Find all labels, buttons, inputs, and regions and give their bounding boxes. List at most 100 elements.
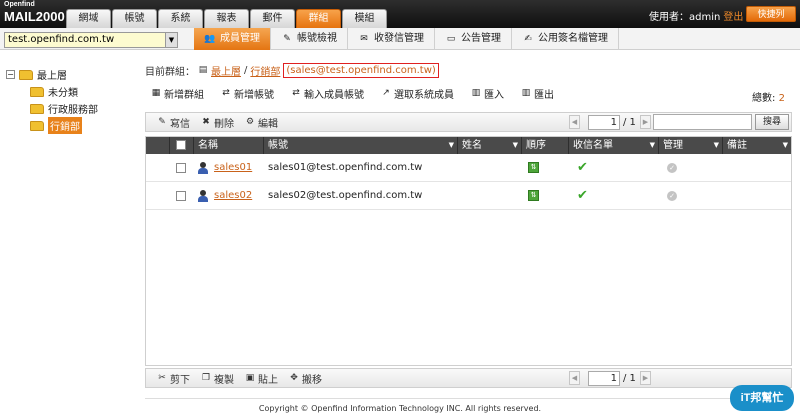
- gray-check-icon[interactable]: ✓: [667, 190, 677, 201]
- gear-icon: ⚙: [245, 116, 255, 127]
- cut-icon: ✂: [158, 372, 166, 383]
- select-member-button[interactable]: ↗ 選取系統成員: [380, 86, 454, 101]
- prev-page-button[interactable]: ◀: [569, 371, 580, 385]
- select-all-checkbox[interactable]: [170, 137, 194, 154]
- folder-icon: [30, 103, 44, 114]
- col-account[interactable]: 帳號 ▼: [264, 137, 458, 154]
- sort-order-icon[interactable]: ⇅: [528, 162, 539, 173]
- tab-account[interactable]: 帳號: [112, 9, 157, 28]
- action-label: 輸入成員帳號: [304, 90, 364, 101]
- tree-node-marketing[interactable]: 行銷部: [30, 117, 98, 134]
- tab-system[interactable]: 系統: [158, 9, 203, 28]
- row-checkbox[interactable]: [176, 190, 186, 201]
- table-header: 名稱 帳號 ▼ 姓名 ▼ 順序 收信名單 ▼ 管理 ▼ 備註 ▼: [146, 137, 791, 154]
- delete-label: 刪除: [214, 118, 234, 130]
- input-member-icon: ⇄: [292, 88, 300, 98]
- copyright-text: Copyright © Openfind Information Technol…: [258, 404, 542, 413]
- copy-button[interactable]: ❐ 複製: [200, 371, 234, 386]
- add-group-button[interactable]: ▦ 新增群組: [150, 86, 204, 101]
- subtab-announce[interactable]: ▭ 公告管理: [435, 28, 512, 50]
- tab-mail[interactable]: 郵件: [250, 9, 295, 28]
- copy-icon: ❐: [201, 372, 211, 383]
- quick-menu-button[interactable]: 快捷列: [746, 6, 796, 22]
- write-button[interactable]: ✎ 寫信: [156, 115, 190, 130]
- tree-node-root[interactable]: − 最上層: [6, 66, 98, 83]
- subtab-label: 公告管理: [461, 33, 501, 44]
- prev-page-button[interactable]: ◀: [569, 115, 580, 129]
- domain-select[interactable]: test.openfind.com.tw ▼: [4, 32, 178, 48]
- tab-group[interactable]: 群組: [296, 9, 341, 28]
- next-page-button[interactable]: ▶: [639, 371, 651, 385]
- collapse-icon[interactable]: −: [6, 70, 15, 79]
- page-input[interactable]: 1: [588, 370, 620, 386]
- row-checkbox-cell: [170, 182, 194, 210]
- table-row[interactable]: sales02 sales02@test.openfind.com.tw ⇅ ✔…: [146, 182, 791, 210]
- gray-check-icon[interactable]: ✓: [667, 162, 677, 173]
- import-icon: ▥: [471, 88, 481, 98]
- chevron-down-icon[interactable]: ▼: [165, 33, 177, 47]
- row-spacer: [146, 182, 170, 210]
- tree-label: 最上層: [37, 71, 67, 82]
- next-page-button[interactable]: ▶: [639, 115, 651, 129]
- add-account-button[interactable]: ⇄ 新增帳號: [220, 86, 274, 101]
- col-name[interactable]: 名稱: [194, 137, 264, 154]
- folder-icon: [19, 69, 33, 80]
- bottom-toolbar: ✂ 剪下 ❐ 複製 ▣ 貼上 ✥ 搬移 ◀ 1 / 1 ▶: [145, 368, 792, 388]
- breadcrumb-root[interactable]: 最上層: [211, 63, 241, 78]
- col-manage[interactable]: 管理 ▼: [659, 137, 723, 154]
- row-checkbox[interactable]: [176, 162, 186, 173]
- member-icon: 👥: [204, 33, 216, 44]
- tab-module[interactable]: 模組: [342, 9, 387, 28]
- col-recipient[interactable]: 收信名單 ▼: [569, 137, 659, 154]
- fullname-cell: [458, 182, 522, 210]
- action-bar: ▦ 新增群組 ⇄ 新增帳號 ⇄ 輸入成員帳號 ↗ 選取系統成員 ▥ 匯入 ▥ 匯出: [150, 86, 554, 101]
- folder-icon: [30, 86, 44, 97]
- sort-order-icon[interactable]: ⇅: [528, 190, 539, 201]
- note-cell: [723, 182, 791, 210]
- col-note[interactable]: 備註 ▼: [723, 137, 791, 154]
- tab-report[interactable]: 報表: [204, 9, 249, 28]
- paste-button[interactable]: ▣ 貼上: [244, 371, 278, 386]
- member-name-link[interactable]: sales02: [214, 190, 252, 201]
- name-cell: sales01: [194, 154, 264, 182]
- search-button[interactable]: 搜尋: [755, 114, 789, 130]
- check-icon[interactable]: ✔: [577, 160, 588, 175]
- member-name-link[interactable]: sales01: [214, 162, 252, 173]
- export-button[interactable]: ▥ 匯出: [520, 86, 554, 101]
- col-order[interactable]: 順序: [522, 137, 569, 154]
- logout-link[interactable]: 登出: [723, 12, 743, 23]
- input-member-button[interactable]: ⇄ 輸入成員帳號: [290, 86, 364, 101]
- subtab-signature[interactable]: ✍ 公用簽名檔管理: [512, 28, 619, 50]
- action-label: 匯出: [534, 90, 554, 101]
- subtab-label: 成員管理: [220, 33, 260, 44]
- table-row[interactable]: sales01 sales01@test.openfind.com.tw ⇅ ✔…: [146, 154, 791, 182]
- search-input[interactable]: [653, 114, 752, 130]
- edit-button[interactable]: ⚙ 編輯: [244, 115, 278, 130]
- subtab-account-view[interactable]: ✎ 帳號檢視: [271, 28, 348, 50]
- action-label: 新增群組: [164, 90, 204, 101]
- mail-manage-icon: ✉: [360, 33, 368, 44]
- tree-node-admin-dept[interactable]: 行政服務部: [30, 100, 98, 117]
- add-group-icon: ▦: [151, 88, 161, 98]
- breadcrumb: 目前群組： ▤ 最上層 / 行銷部 (sales@test.openfind.c…: [145, 63, 439, 78]
- page-input[interactable]: 1: [588, 114, 620, 130]
- chevron-down-icon: ▼: [448, 141, 454, 149]
- recipient-cell: ✔: [569, 154, 659, 182]
- breadcrumb-current[interactable]: 行銷部: [250, 63, 280, 78]
- manage-cell: ✓: [659, 182, 723, 210]
- delete-button[interactable]: ✖ 刪除: [200, 115, 234, 130]
- import-button[interactable]: ▥ 匯入: [470, 86, 504, 101]
- tab-domain[interactable]: 網域: [66, 9, 111, 28]
- move-button[interactable]: ✥ 搬移: [288, 371, 322, 386]
- checkbox[interactable]: [176, 140, 186, 150]
- subtab-mail-manage[interactable]: ✉ 收發信管理: [348, 28, 435, 50]
- main-tabs: 網域 帳號 系統 報表 郵件 群組 模組: [66, 9, 388, 28]
- action-label: 新增帳號: [234, 90, 274, 101]
- subtab-member[interactable]: 👥 成員管理: [194, 28, 271, 50]
- cut-button[interactable]: ✂ 剪下: [156, 371, 190, 386]
- col-fullname[interactable]: 姓名 ▼: [458, 137, 522, 154]
- user-label: 使用者：admin: [649, 12, 721, 23]
- col-label: 備註: [727, 140, 747, 151]
- tree-node-uncategorized[interactable]: 未分類: [30, 83, 98, 100]
- check-icon[interactable]: ✔: [577, 188, 588, 203]
